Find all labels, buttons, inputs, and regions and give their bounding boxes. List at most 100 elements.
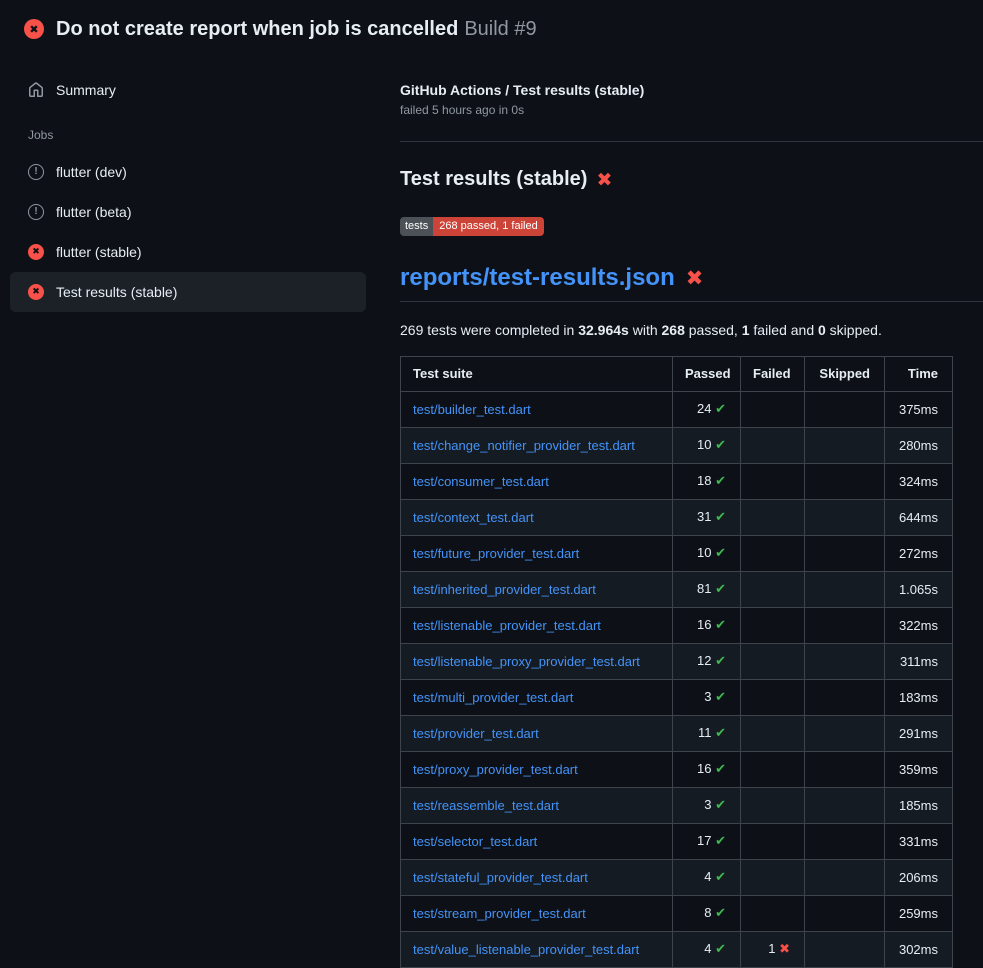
failed-cell <box>741 824 805 860</box>
skipped-cell <box>805 392 885 428</box>
skipped-cell <box>805 680 885 716</box>
test-suite-row: test/listenable_proxy_provider_test.dart… <box>401 644 953 680</box>
failed-x-circle-icon: ✖ <box>28 244 44 260</box>
count: 24 <box>697 401 711 416</box>
count: 3 <box>704 797 711 812</box>
passed-cell: 24 ✔ <box>673 392 741 428</box>
suite-link[interactable]: test/consumer_test.dart <box>413 474 549 489</box>
passed-cell: 10 ✔ <box>673 428 741 464</box>
skipped-cell <box>805 860 885 896</box>
suite-link[interactable]: test/change_notifier_provider_test.dart <box>413 438 635 453</box>
count: 16 <box>697 617 711 632</box>
test-suite-row: test/stream_provider_test.dart8 ✔259ms <box>401 896 953 932</box>
build-header: ✖ Do not create report when job is cance… <box>0 0 983 52</box>
count: 3 <box>704 689 711 704</box>
summary-text-part: 0 <box>818 322 826 338</box>
skipped-cell <box>805 716 885 752</box>
check-icon: ✔ <box>715 510 726 525</box>
suite-link[interactable]: test/reassemble_test.dart <box>413 798 559 813</box>
section-title-text: Test results (stable) <box>400 168 587 191</box>
check-icon: ✔ <box>715 726 726 741</box>
summary-text-part: 1 <box>742 322 750 338</box>
summary-text-part: skipped. <box>826 322 882 338</box>
skipped-cell <box>805 896 885 932</box>
suite-link[interactable]: test/listenable_provider_test.dart <box>413 618 601 633</box>
test-suite-row: test/change_notifier_provider_test.dart 1… <box>401 428 953 464</box>
suite-cell: test/listenable_provider_test.dart <box>401 608 673 644</box>
count: 10 <box>697 545 711 560</box>
build-number: Build #9 <box>464 18 536 40</box>
passed-cell: 3 ✔ <box>673 680 741 716</box>
suite-link[interactable]: test/value_listenable_provider_test.dart <box>413 942 639 957</box>
page-layout: Summary Jobs ! flutter (dev) !flutter (bet… <box>0 52 983 968</box>
suite-link[interactable]: test/provider_test.dart <box>413 726 539 741</box>
count: 18 <box>697 473 711 488</box>
suite-link[interactable]: test/stateful_provider_test.dart <box>413 870 588 885</box>
suite-link[interactable]: test/listenable_proxy_provider_test.dart <box>413 654 640 669</box>
suite-link[interactable]: test/inherited_provider_test.dart <box>413 582 596 597</box>
skipped-cell <box>805 464 885 500</box>
sidebar-job-item[interactable]: ✖Test results (stable) <box>10 272 366 312</box>
failed-x-circle-icon: ✖ <box>24 19 44 39</box>
summary-text-part: passed, <box>685 322 742 338</box>
test-suite-row: test/multi_provider_test.dart3 ✔183ms <box>401 680 953 716</box>
suite-link[interactable]: test/future_provider_test.dart <box>413 546 579 561</box>
failed-cell <box>741 752 805 788</box>
failed-cell <box>741 536 805 572</box>
check-icon: ✔ <box>715 906 726 921</box>
failed-cell <box>741 716 805 752</box>
failed-x-circle-icon: ✖ <box>28 284 44 300</box>
suite-cell: test/stateful_provider_test.dart <box>401 860 673 896</box>
suite-cell: test/context_test.dart <box>401 500 673 536</box>
job-label: flutter (stable) <box>56 243 142 261</box>
failed-cell <box>741 428 805 464</box>
time-cell: 322ms <box>885 608 953 644</box>
count: 4 <box>704 869 711 884</box>
build-title: Do not create report when job is cancell… <box>56 16 537 42</box>
suite-link[interactable]: test/builder_test.dart <box>413 402 531 417</box>
job-label: flutter (dev) <box>56 163 127 181</box>
skipped-cell <box>805 572 885 608</box>
column-header: Failed <box>741 357 805 392</box>
home-icon <box>28 82 44 98</box>
report-file-link[interactable]: reports/test-results.json <box>400 264 675 292</box>
passed-cell: 8 ✔ <box>673 896 741 932</box>
count: 31 <box>697 509 711 524</box>
suite-cell: test/stream_provider_test.dart <box>401 896 673 932</box>
suite-cell: test/selector_test.dart <box>401 824 673 860</box>
sidebar-job-item[interactable]: ! flutter (dev) <box>10 152 366 192</box>
test-suite-row: test/provider_test.dart11 ✔291ms <box>401 716 953 752</box>
column-header: Test suite <box>401 357 673 392</box>
tests-status-badge: tests 268 passed, 1 failed <box>400 217 544 236</box>
column-header: Passed <box>673 357 741 392</box>
check-icon: ✔ <box>715 834 726 849</box>
passed-cell: 31 ✔ <box>673 500 741 536</box>
column-header: Time <box>885 357 953 392</box>
suite-link[interactable]: test/stream_provider_test.dart <box>413 906 586 921</box>
check-icon: ✔ <box>715 546 726 561</box>
count: 11 <box>698 725 712 740</box>
sidebar-job-item[interactable]: ✖ flutter (stable) <box>10 232 366 272</box>
suite-link[interactable]: test/context_test.dart <box>413 510 534 525</box>
time-cell: 375ms <box>885 392 953 428</box>
passed-cell: 16 ✔ <box>673 608 741 644</box>
passed-cell: 81 ✔ <box>673 572 741 608</box>
sidebar-job-item[interactable]: !flutter (beta) <box>10 192 366 232</box>
failed-cell <box>741 500 805 536</box>
summary-text-part: failed and <box>750 322 819 338</box>
check-icon: ✔ <box>715 402 726 417</box>
suite-link[interactable]: test/proxy_provider_test.dart <box>413 762 578 777</box>
cancelled-icon: ! <box>28 164 44 180</box>
sidebar-item-summary[interactable]: Summary <box>0 74 376 106</box>
count: 4 <box>704 941 711 956</box>
time-cell: 331ms <box>885 824 953 860</box>
skipped-cell <box>805 500 885 536</box>
suite-link[interactable]: test/multi_provider_test.dart <box>413 690 573 705</box>
jobs-section-label: Jobs <box>0 106 376 152</box>
check-icon: ✔ <box>715 438 726 453</box>
suite-link[interactable]: test/selector_test.dart <box>413 834 537 849</box>
test-suite-row: test/selector_test.dart17 ✔331ms <box>401 824 953 860</box>
suite-cell: test/reassemble_test.dart <box>401 788 673 824</box>
check-icon: ✔ <box>715 582 726 597</box>
failed-cell <box>741 860 805 896</box>
